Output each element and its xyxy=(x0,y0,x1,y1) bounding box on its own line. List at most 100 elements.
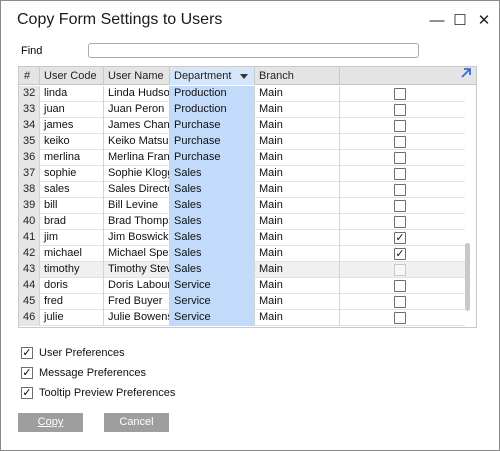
select-user-checkbox[interactable] xyxy=(394,216,406,228)
user-code-cell: michael xyxy=(40,246,104,262)
table-row[interactable]: 44 doris Doris Labour Service Main xyxy=(19,278,465,294)
department-cell: Sales xyxy=(170,214,255,230)
select-user-checkbox[interactable] xyxy=(394,184,406,196)
column-header-branch[interactable]: Branch xyxy=(255,67,340,85)
table-row[interactable]: 32 linda Linda Hudson Production Main xyxy=(19,86,465,102)
user-code-cell: jim xyxy=(40,230,104,246)
select-user-checkbox[interactable] xyxy=(394,200,406,212)
select-user-checkbox[interactable] xyxy=(394,168,406,180)
user-code-cell: timothy xyxy=(40,262,104,278)
user-name-cell: Doris Labour xyxy=(104,278,170,294)
preference-option[interactable]: ✓ Tooltip Preview Preferences xyxy=(21,386,175,400)
select-user-checkbox[interactable] xyxy=(394,264,406,276)
user-code-cell: juan xyxy=(40,102,104,118)
table-row[interactable]: 36 merlina Merlina Franc Purchase Main xyxy=(19,150,465,166)
user-code-cell: fred xyxy=(40,294,104,310)
select-user-checkbox[interactable] xyxy=(394,88,406,100)
table-row[interactable]: 46 julie Julie Bowens Service Main xyxy=(19,310,465,326)
row-number: 35 xyxy=(19,134,40,150)
table-row[interactable]: 35 keiko Keiko Matsui Purchase Main xyxy=(19,134,465,150)
table-row[interactable]: 39 bill Bill Levine Sales Main xyxy=(19,198,465,214)
find-input[interactable] xyxy=(88,43,419,58)
row-number: 46 xyxy=(19,310,40,326)
find-label: Find xyxy=(21,45,43,57)
copy-button[interactable]: Copy xyxy=(18,413,83,432)
select-user-checkbox[interactable] xyxy=(394,280,406,292)
select-user-checkbox[interactable]: ✓ xyxy=(394,232,406,244)
branch-cell: Main xyxy=(255,310,340,326)
department-cell: Sales xyxy=(170,262,255,278)
user-code-cell: sales xyxy=(40,182,104,198)
select-user-checkbox[interactable] xyxy=(394,136,406,148)
branch-cell: Main xyxy=(255,102,340,118)
table-row[interactable]: 38salesSales DirectorSalesMain xyxy=(19,182,465,198)
branch-cell: Main xyxy=(255,182,340,198)
select-user-checkbox[interactable]: ✓ xyxy=(394,248,406,260)
column-header-selection[interactable] xyxy=(340,67,465,85)
department-cell: Production xyxy=(170,86,255,102)
branch-cell: Main xyxy=(255,262,340,278)
row-number: 39 xyxy=(19,198,40,214)
maximize-icon[interactable]: ☐ xyxy=(449,10,471,30)
column-header-department[interactable]: Department xyxy=(170,67,255,85)
user-name-cell: Keiko Matsui xyxy=(104,134,170,150)
minimize-icon[interactable]: — xyxy=(426,10,448,30)
cancel-button[interactable]: Cancel xyxy=(104,413,169,432)
select-user-checkbox[interactable] xyxy=(394,296,406,308)
department-cell: Purchase xyxy=(170,150,255,166)
grid-scrollbar-thumb[interactable] xyxy=(465,243,470,311)
preference-label: Message Preferences xyxy=(39,367,146,379)
table-row[interactable]: 37 sophie Sophie Klogg Sales Main xyxy=(19,166,465,182)
copy-button-label: Copy xyxy=(37,416,64,428)
branch-cell: Main xyxy=(255,150,340,166)
department-cell: Service xyxy=(170,294,255,310)
column-header-user-name[interactable]: User Name xyxy=(104,67,170,85)
preference-checkbox[interactable]: ✓ xyxy=(21,367,33,379)
column-header-department-label: Department xyxy=(174,70,232,82)
column-header-user-code[interactable]: User Code xyxy=(40,67,104,85)
user-code-cell: brad xyxy=(40,214,104,230)
branch-cell: Main xyxy=(255,134,340,150)
select-user-checkbox[interactable] xyxy=(394,312,406,324)
user-code-cell: julie xyxy=(40,310,104,326)
user-code-cell: linda xyxy=(40,86,104,102)
title-bar: Copy Form Settings to Users — ☐ ✕ xyxy=(2,2,498,36)
department-cell: Service xyxy=(170,278,255,294)
user-name-cell: Brad Thompso xyxy=(104,214,170,230)
user-name-cell: Timothy Steve xyxy=(104,262,170,278)
branch-cell: Main xyxy=(255,86,340,102)
window-title: Copy Form Settings to Users xyxy=(17,11,223,28)
table-row[interactable]: 41 jim Jim Boswick Sales Main ✓ xyxy=(19,230,465,246)
preference-option[interactable]: ✓ Message Preferences xyxy=(21,366,146,380)
select-user-checkbox[interactable] xyxy=(394,152,406,164)
row-number: 41 xyxy=(19,230,40,246)
table-row[interactable]: 45 fred Fred Buyer Service Main xyxy=(19,294,465,310)
row-number: 38 xyxy=(19,182,40,198)
close-icon[interactable]: ✕ xyxy=(473,10,495,30)
users-grid: # User Code User Name Department Branch … xyxy=(18,66,477,328)
user-code-cell: sophie xyxy=(40,166,104,182)
preference-option[interactable]: ✓ User Preferences xyxy=(21,346,125,360)
department-cell: Purchase xyxy=(170,118,255,134)
table-row[interactable]: 34 james James Chan Purchase Main xyxy=(19,118,465,134)
table-row[interactable]: 33 juan Juan Peron Production Main xyxy=(19,102,465,118)
user-name-cell: Bill Levine xyxy=(104,198,170,214)
table-row[interactable]: 40bradBrad ThompsoSalesMain xyxy=(19,214,465,230)
preference-checkbox[interactable]: ✓ xyxy=(21,387,33,399)
table-row[interactable]: 43timothyTimothy SteveSalesMain xyxy=(19,262,465,278)
user-code-cell: merlina xyxy=(40,150,104,166)
column-header-number[interactable]: # xyxy=(19,67,40,85)
select-user-checkbox[interactable] xyxy=(394,104,406,116)
branch-cell: Main xyxy=(255,118,340,134)
expand-arrow-icon[interactable] xyxy=(459,66,473,80)
branch-cell: Main xyxy=(255,214,340,230)
user-name-cell: Linda Hudson xyxy=(104,86,170,102)
copy-form-settings-window: Copy Form Settings to Users — ☐ ✕ Find #… xyxy=(0,0,500,451)
table-row[interactable]: 42michaelMichael SpearSalesMain ✓ xyxy=(19,246,465,262)
preference-checkbox[interactable]: ✓ xyxy=(21,347,33,359)
user-name-cell: Fred Buyer xyxy=(104,294,170,310)
branch-cell: Main xyxy=(255,294,340,310)
select-user-checkbox[interactable] xyxy=(394,120,406,132)
department-cell: Sales xyxy=(170,246,255,262)
user-name-cell: Julie Bowens xyxy=(104,310,170,326)
